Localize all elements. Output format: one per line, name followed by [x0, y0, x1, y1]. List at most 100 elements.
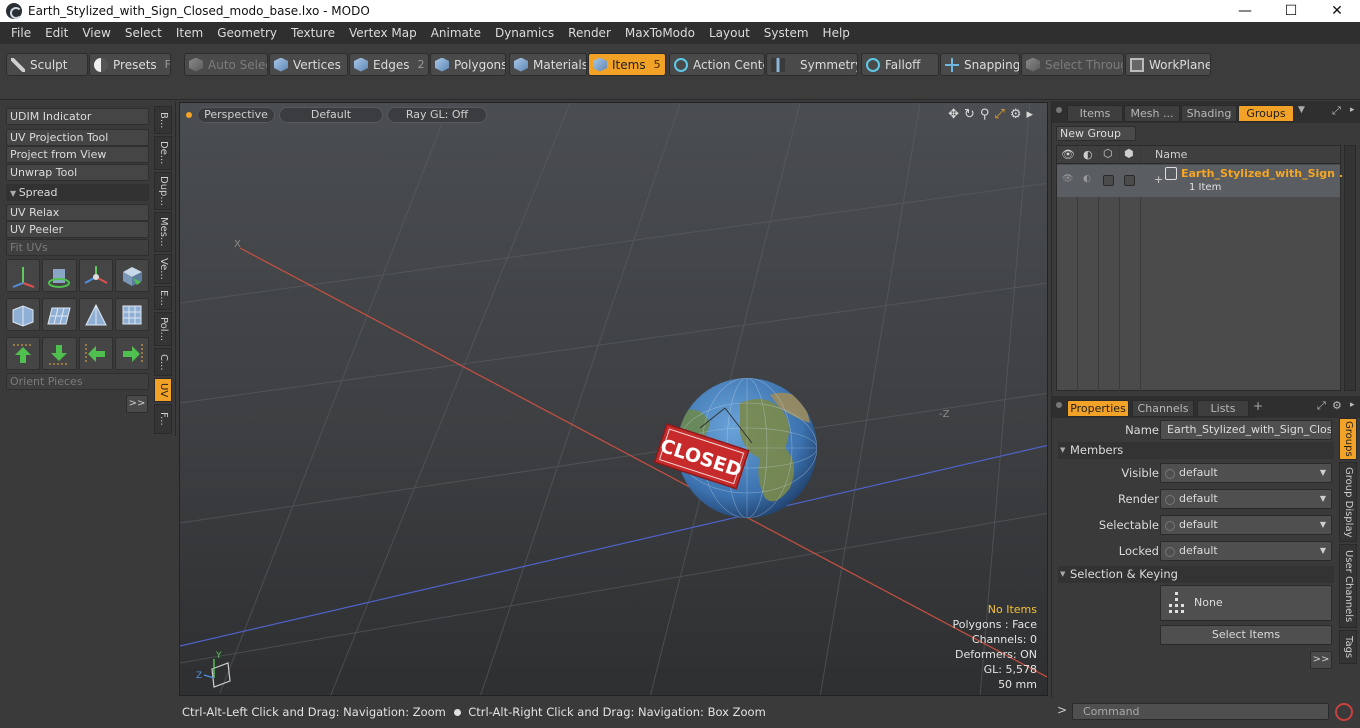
menu-texture[interactable]: Texture: [284, 26, 342, 40]
tab-items[interactable]: Items: [1067, 105, 1123, 122]
row-eye-icon[interactable]: 👁: [1062, 174, 1073, 184]
row-render-icon[interactable]: ◐: [1083, 174, 1091, 184]
fit-view-icon[interactable]: ⤢: [994, 107, 1004, 122]
menu-edit[interactable]: Edit: [38, 26, 75, 40]
panel-maximize-icon[interactable]: ⤢: [1332, 104, 1341, 118]
menu-geometry[interactable]: Geometry: [210, 26, 284, 40]
uv-relax-button[interactable]: UV Relax: [6, 204, 149, 221]
zoom-icon[interactable]: ⚲: [980, 107, 990, 122]
command-input[interactable]: Command: [1072, 703, 1329, 720]
menu-animate[interactable]: Animate: [424, 26, 488, 40]
shading-default-dropdown[interactable]: Default: [279, 107, 383, 123]
group-row-earth[interactable]: 👁 ◐ + Earth_Stylized_with_Sign ... 1 Ite…: [1057, 165, 1351, 197]
uv-square-grid-button[interactable]: [114, 298, 149, 331]
orient-pieces-button[interactable]: Orient Pieces: [6, 373, 149, 390]
select-through-button[interactable]: Select Through: [1021, 53, 1124, 76]
fit-uvs-button[interactable]: Fit UVs: [6, 239, 149, 256]
tab-shading[interactable]: Shading: [1181, 105, 1237, 122]
select-cube-icon[interactable]: ⬡: [1103, 147, 1113, 160]
panel-menu-dot-icon[interactable]: [1056, 402, 1062, 408]
expand-properties-button[interactable]: >>: [1310, 651, 1332, 669]
tabs-overflow-icon[interactable]: ▼: [1298, 105, 1305, 115]
row-lock-checkbox[interactable]: [1124, 175, 1135, 186]
uv-move-tool-button[interactable]: [6, 259, 41, 292]
udim-indicator-button[interactable]: UDIM Indicator: [6, 108, 149, 125]
materials-button[interactable]: Materials: [509, 53, 587, 76]
pan-icon[interactable]: ✥: [948, 107, 959, 122]
locked-dropdown[interactable]: default: [1160, 541, 1332, 561]
3d-viewport[interactable]: CLOSED Y Z Perspective Default Ray GL: O…: [179, 102, 1048, 696]
vtab-vertex[interactable]: Ve...: [154, 254, 172, 284]
panel-maximize-icon[interactable]: ⤢: [1317, 399, 1326, 413]
expand-plus-icon[interactable]: +: [1154, 173, 1163, 186]
group-list-scrollbar[interactable]: [1344, 145, 1356, 391]
uv-cube-grid-button[interactable]: [6, 298, 41, 331]
menu-system[interactable]: System: [757, 26, 816, 40]
menu-dynamics[interactable]: Dynamics: [488, 26, 561, 40]
new-group-button[interactable]: New Group: [1056, 126, 1136, 141]
tab-mesh[interactable]: Mesh ...: [1124, 105, 1180, 122]
sculpt-button[interactable]: Sculpt: [6, 53, 88, 76]
workplane-button[interactable]: WorkPlane: [1125, 53, 1211, 76]
close-button[interactable]: ✕: [1314, 0, 1360, 22]
action-center-button[interactable]: Action Center: [669, 53, 765, 76]
vtab-polygon[interactable]: Pol...: [154, 312, 172, 346]
edges-button[interactable]: Edges 2: [349, 53, 429, 76]
panel-gear-icon[interactable]: ⚙: [1332, 399, 1342, 412]
uv-plane-grid-button[interactable]: [42, 298, 77, 331]
name-field[interactable]: Earth_Stylized_with_Sign_Closed: [1160, 420, 1332, 440]
select-items-button[interactable]: Select Items: [1160, 625, 1332, 645]
presets-button[interactable]: Presets F6: [89, 53, 171, 76]
viewport-settings-gear-icon[interactable]: ⚙: [1010, 107, 1022, 122]
vertices-button[interactable]: Vertices 1: [269, 53, 348, 76]
uv-peeler-button[interactable]: UV Peeler: [6, 221, 149, 238]
orbit-icon[interactable]: ↻: [964, 107, 975, 122]
panel-arrow-icon[interactable]: ▸: [1350, 105, 1355, 115]
selection-keying-section[interactable]: Selection & Keying: [1058, 566, 1334, 583]
project-from-view-button[interactable]: Project from View: [6, 146, 149, 163]
visible-dropdown[interactable]: default: [1160, 463, 1332, 483]
selectable-dropdown[interactable]: default: [1160, 515, 1332, 535]
align-left-button[interactable]: [78, 337, 113, 370]
tab-properties[interactable]: Properties: [1067, 400, 1129, 417]
minimize-button[interactable]: —: [1222, 0, 1268, 22]
raygl-toggle[interactable]: Ray GL: Off: [387, 107, 487, 123]
visibility-eye-icon[interactable]: 👁: [1061, 148, 1075, 161]
vtab-duplicate[interactable]: Dup...: [154, 172, 172, 210]
tab-channels[interactable]: Channels: [1132, 400, 1194, 417]
vtab-basic[interactable]: B...: [154, 106, 172, 134]
polygons-button[interactable]: Polygons: [430, 53, 506, 76]
vtab-groups[interactable]: Groups: [1339, 418, 1357, 460]
render-dropdown[interactable]: default: [1160, 489, 1332, 509]
lock-icon[interactable]: ⬢: [1124, 147, 1134, 160]
menu-render[interactable]: Render: [561, 26, 618, 40]
uv-rotate-tool-button[interactable]: [42, 259, 77, 292]
unwrap-tool-button[interactable]: Unwrap Tool: [6, 164, 149, 181]
menu-view[interactable]: View: [75, 26, 117, 40]
align-top-button[interactable]: [6, 337, 41, 370]
menu-help[interactable]: Help: [816, 26, 857, 40]
maximize-button[interactable]: ☐: [1268, 0, 1314, 22]
items-button[interactable]: Items 5: [588, 53, 666, 76]
vtab-uv[interactable]: UV: [154, 378, 172, 402]
vtab-user-channels[interactable]: User Channels: [1339, 544, 1357, 628]
uv-pyramid-grid-button[interactable]: [78, 298, 113, 331]
vtab-curve[interactable]: C...: [154, 348, 172, 376]
align-right-button[interactable]: [114, 337, 149, 370]
row-select-checkbox[interactable]: [1103, 175, 1114, 186]
falloff-button[interactable]: Falloff: [861, 53, 939, 76]
panel-menu-dot-icon[interactable]: [1056, 107, 1062, 113]
vtab-mesh-edit[interactable]: Mes...: [154, 212, 172, 252]
snapping-button[interactable]: Snapping: [940, 53, 1020, 76]
viewport-menu-dot[interactable]: [186, 112, 192, 118]
tab-groups[interactable]: Groups: [1238, 105, 1294, 122]
menu-file[interactable]: File: [4, 26, 38, 40]
render-icon[interactable]: ◐: [1083, 148, 1093, 161]
expand-toolbox-button[interactable]: >>: [126, 395, 148, 413]
menu-item[interactable]: Item: [169, 26, 210, 40]
keying-none-button[interactable]: None: [1160, 585, 1332, 621]
align-bottom-button[interactable]: [42, 337, 77, 370]
spread-section[interactable]: Spread: [6, 184, 149, 201]
menu-vertex-map[interactable]: Vertex Map: [342, 26, 424, 40]
vtab-edge[interactable]: E...: [154, 286, 172, 310]
